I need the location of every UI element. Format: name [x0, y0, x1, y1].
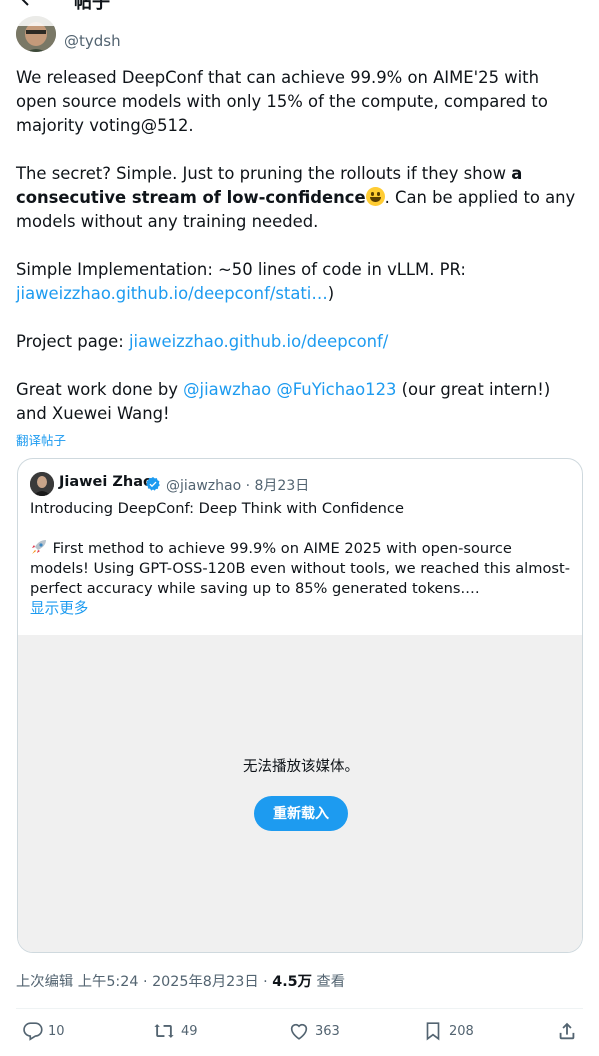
tweet-paragraph: We released DeepConf that can achieve 99… [16, 66, 576, 138]
media-error-message: 无法播放该媒体。 [243, 759, 359, 775]
mention-link[interactable]: @FuYichao123 [276, 380, 396, 399]
share-icon [559, 1022, 575, 1040]
quoted-tweet-body: First method to achieve 99.9% on AIME 20… [30, 539, 570, 599]
quoted-author-avatar [30, 472, 54, 496]
verified-badge-icon [145, 476, 161, 492]
bookmark-count: 208 [449, 1024, 474, 1039]
translate-post-link[interactable]: 翻译帖子 [16, 430, 66, 449]
show-more-link[interactable]: 显示更多 [30, 599, 570, 619]
like-icon [290, 1023, 308, 1040]
tweet-text-span: Project page: [16, 332, 129, 351]
tweet-text-span: The secret? Simple. Just to pruning the … [16, 164, 512, 183]
tweet-paragraph: Simple Implementation: ~50 lines of code… [16, 258, 576, 306]
tweet-text-span: Simple Implementation: ~50 lines of code… [16, 260, 466, 279]
back-arrow-icon[interactable] [16, 0, 40, 10]
quoted-tweet-text: Introducing DeepConf: Deep Think with Co… [30, 499, 570, 619]
quoted-tweet-meta: @jiawzhao · 8月23日 [166, 478, 310, 494]
tweet-text-span: Great work done by [16, 380, 184, 399]
bookmark-icon [426, 1022, 440, 1041]
quoted-tweet[interactable]: Jiawei Zhao @jiawzhao · 8月23日 Introducin… [17, 458, 583, 953]
project-page-link[interactable]: jiaweizzhao.github.io/deepconf/ [129, 332, 388, 351]
views-label: 查看 [311, 974, 346, 990]
media-placeholder: 无法播放该媒体。 重新载入 [18, 635, 582, 952]
action-bar: 10 49 363 208 [0, 1018, 599, 1048]
tweet-paragraph: The secret? Simple. Just to pruning the … [16, 162, 576, 234]
like-count: 363 [315, 1024, 340, 1039]
reply-count: 10 [48, 1024, 65, 1039]
quoted-body-text: First method to achieve 99.9% on AIME 20… [30, 540, 570, 597]
pr-link[interactable]: jiaweizzhao.github.io/deepconf/stati… [16, 284, 328, 303]
reload-button[interactable]: 重新载入 [254, 796, 348, 831]
tweet-text-span: We released DeepConf that can achieve 99… [16, 68, 548, 135]
tweet-paragraph: Great work done by @jiawzhao @FuYichao12… [16, 378, 576, 426]
quoted-author-name: Jiawei Zhao [59, 474, 153, 490]
edited-timestamp[interactable]: 上次编辑 上午5:24 · 2025年8月23日 · [16, 974, 272, 990]
page-title: 帖子 [74, 0, 110, 13]
grinning-face-emoji-icon [365, 187, 385, 206]
author-handle[interactable]: @tydsh [64, 32, 121, 50]
reply-icon [23, 1022, 43, 1041]
repost-count: 49 [181, 1024, 198, 1039]
quoted-tweet-title: Introducing DeepConf: Deep Think with Co… [30, 500, 404, 517]
views-count: 4.5万 [272, 974, 312, 990]
top-header: 帖子 [0, 0, 599, 26]
tweet-paragraph: Project page: jiaweizzhao.github.io/deep… [16, 330, 576, 354]
mention-link[interactable]: @jiawzhao [183, 380, 271, 399]
tweet-body: We released DeepConf that can achieve 99… [16, 66, 576, 426]
rocket-icon [30, 539, 48, 555]
repost-icon [154, 1024, 174, 1038]
tweet-meta-line: 上次编辑 上午5:24 · 2025年8月23日 · 4.5万 查看 [16, 970, 345, 991]
tweet-text-span: ) [327, 284, 335, 303]
divider [16, 1008, 583, 1009]
